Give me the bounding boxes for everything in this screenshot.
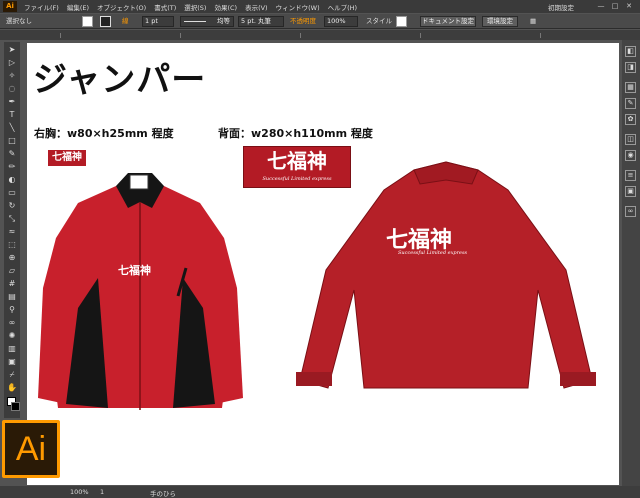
document-tab-strip <box>0 30 640 40</box>
paintbrush-icon[interactable]: ✎ <box>6 148 18 160</box>
gradient-icon[interactable]: ▤ <box>6 291 18 303</box>
stroke-swatch[interactable] <box>100 16 111 27</box>
artboard-icon[interactable]: ▣ <box>6 356 18 368</box>
symbol-sprayer-icon[interactable]: ✺ <box>6 330 18 342</box>
swatches-icon[interactable]: ▦ <box>625 82 636 93</box>
brush-definition-field[interactable]: 5 pt. 丸筆 <box>238 16 284 27</box>
front-jacket-illustration <box>38 173 243 410</box>
menu-view[interactable]: 表示(V) <box>245 2 268 12</box>
artboard-number[interactable]: 1 <box>100 488 104 496</box>
document-setup-button[interactable]: ドキュメント設定 <box>420 16 476 27</box>
graphic-styles-icon[interactable]: ◫ <box>625 134 636 145</box>
direct-selection-icon[interactable]: ▷ <box>6 57 18 69</box>
chest-logo-sample: 七福神 <box>48 150 86 166</box>
menu-object[interactable]: オブジェクト(O) <box>97 2 146 12</box>
column-graph-icon[interactable]: ▥ <box>6 343 18 355</box>
rotate-icon[interactable]: ↻ <box>6 200 18 212</box>
rectangle-icon[interactable]: □ <box>6 135 18 147</box>
stroke-width-field[interactable]: 1 pt <box>142 16 174 27</box>
opacity-label[interactable]: 不透明度 <box>290 16 316 27</box>
ruler-tick <box>60 33 61 38</box>
perspective-grid-icon[interactable]: ▱ <box>6 265 18 277</box>
mesh-icon[interactable]: # <box>6 278 18 290</box>
app-logo-icon: Ai <box>3 1 17 12</box>
stroke-color-swatch[interactable] <box>11 402 20 411</box>
tools-panel: ➤ ▷ ✧ ◌ ✒ T ╲ □ ✎ ✏ ◐ ▭ ↻ ⤡ ≈ ⬚ ⊕ ▱ # ▤ … <box>4 42 20 418</box>
profile-label: 均等 <box>217 17 230 25</box>
preferences-button[interactable]: 環境設定 <box>482 16 518 27</box>
ruler-tick <box>420 33 421 38</box>
free-transform-icon[interactable]: ⬚ <box>6 239 18 251</box>
color-panel-icon[interactable]: ◧ <box>625 46 636 57</box>
panel-dock: ◧ ◨ ▦ ✎ ✿ ◫ ◉ ≡ ▣ ∞ <box>622 40 640 486</box>
fill-swatch[interactable] <box>82 16 93 27</box>
back-jacket-illustration <box>296 161 596 389</box>
color-guide-icon[interactable]: ◨ <box>625 62 636 73</box>
layers-icon[interactable]: ≡ <box>625 170 636 181</box>
back-caption: 背面：w280×h110mm 程度 <box>218 127 373 140</box>
shape-builder-icon[interactable]: ⊕ <box>6 252 18 264</box>
variable-width-profile[interactable]: 均等 <box>180 16 234 27</box>
menu-edit[interactable]: 編集(E) <box>67 2 89 12</box>
menu-type[interactable]: 書式(T) <box>154 2 176 12</box>
menu-file[interactable]: ファイル(F) <box>24 2 59 12</box>
chest-logo-text: 七福神 <box>52 152 82 163</box>
artwork-title: ジャンパー <box>33 60 207 100</box>
menu-window[interactable]: ウィンドウ(W) <box>276 2 320 12</box>
menu-list: ファイル(F) 編集(E) オブジェクト(O) 書式(T) 選択(S) 効果(C… <box>24 2 357 12</box>
ruler-tick <box>180 33 181 38</box>
illustrator-logo: Ai <box>2 420 60 478</box>
ruler-tick <box>300 33 301 38</box>
maximize-button[interactable]: □ <box>610 1 620 11</box>
close-button[interactable]: ✕ <box>624 1 634 11</box>
profile-line <box>184 21 206 22</box>
style-swatch[interactable] <box>396 16 407 27</box>
front-caption: 右胸：w80×h25mm 程度 <box>34 127 174 140</box>
links-icon[interactable]: ∞ <box>625 206 636 217</box>
appearance-icon[interactable]: ◉ <box>625 150 636 161</box>
eyedropper-icon[interactable]: ⚲ <box>6 304 18 316</box>
pen-icon[interactable]: ✒ <box>6 96 18 108</box>
selection-state: 選択なし <box>6 17 32 25</box>
magic-wand-icon[interactable]: ✧ <box>6 70 18 82</box>
workspace-switcher[interactable]: 初期設定 <box>548 2 574 12</box>
artboards-icon[interactable]: ▣ <box>625 186 636 197</box>
slice-icon[interactable]: ⌿ <box>6 369 18 381</box>
status-bar: 100% 1 手のひら <box>0 486 640 498</box>
control-bar: 選択なし 線 1 pt 均等 5 pt. 丸筆 不透明度 100% スタイル ド… <box>0 14 640 29</box>
lasso-icon[interactable]: ◌ <box>6 83 18 95</box>
opacity-field[interactable]: 100% <box>324 16 358 27</box>
zoom-level[interactable]: 100% <box>70 488 89 496</box>
menu-effect[interactable]: 効果(C) <box>214 2 237 12</box>
line-segment-icon[interactable]: ╲ <box>6 122 18 134</box>
selection-icon[interactable]: ➤ <box>6 44 18 56</box>
back-print-subtext: Successful Limited express <box>398 250 468 256</box>
eraser-icon[interactable]: ▭ <box>6 187 18 199</box>
scale-icon[interactable]: ⤡ <box>6 213 18 225</box>
menu-bar: Ai ファイル(F) 編集(E) オブジェクト(O) 書式(T) 選択(S) 効… <box>0 0 640 13</box>
current-tool-name: 手のひら <box>150 490 176 498</box>
menu-help[interactable]: ヘルプ(H) <box>328 2 357 12</box>
ruler-tick <box>540 33 541 38</box>
pencil-icon[interactable]: ✏ <box>6 161 18 173</box>
menu-select[interactable]: 選択(S) <box>184 2 206 12</box>
blob-brush-icon[interactable]: ◐ <box>6 174 18 186</box>
hand-icon[interactable]: ✋ <box>6 382 18 394</box>
style-label: スタイル <box>366 17 392 25</box>
front-chest-print: 七福神 <box>118 264 151 277</box>
arrange-icon[interactable]: ▦ <box>530 16 536 27</box>
minimize-button[interactable]: — <box>596 1 606 11</box>
brushes-icon[interactable]: ✎ <box>625 98 636 109</box>
symbols-icon[interactable]: ✿ <box>625 114 636 125</box>
type-icon[interactable]: T <box>6 109 18 121</box>
stroke-label[interactable]: 線 <box>122 16 129 27</box>
blend-icon[interactable]: ∞ <box>6 317 18 329</box>
width-icon[interactable]: ≈ <box>6 226 18 238</box>
